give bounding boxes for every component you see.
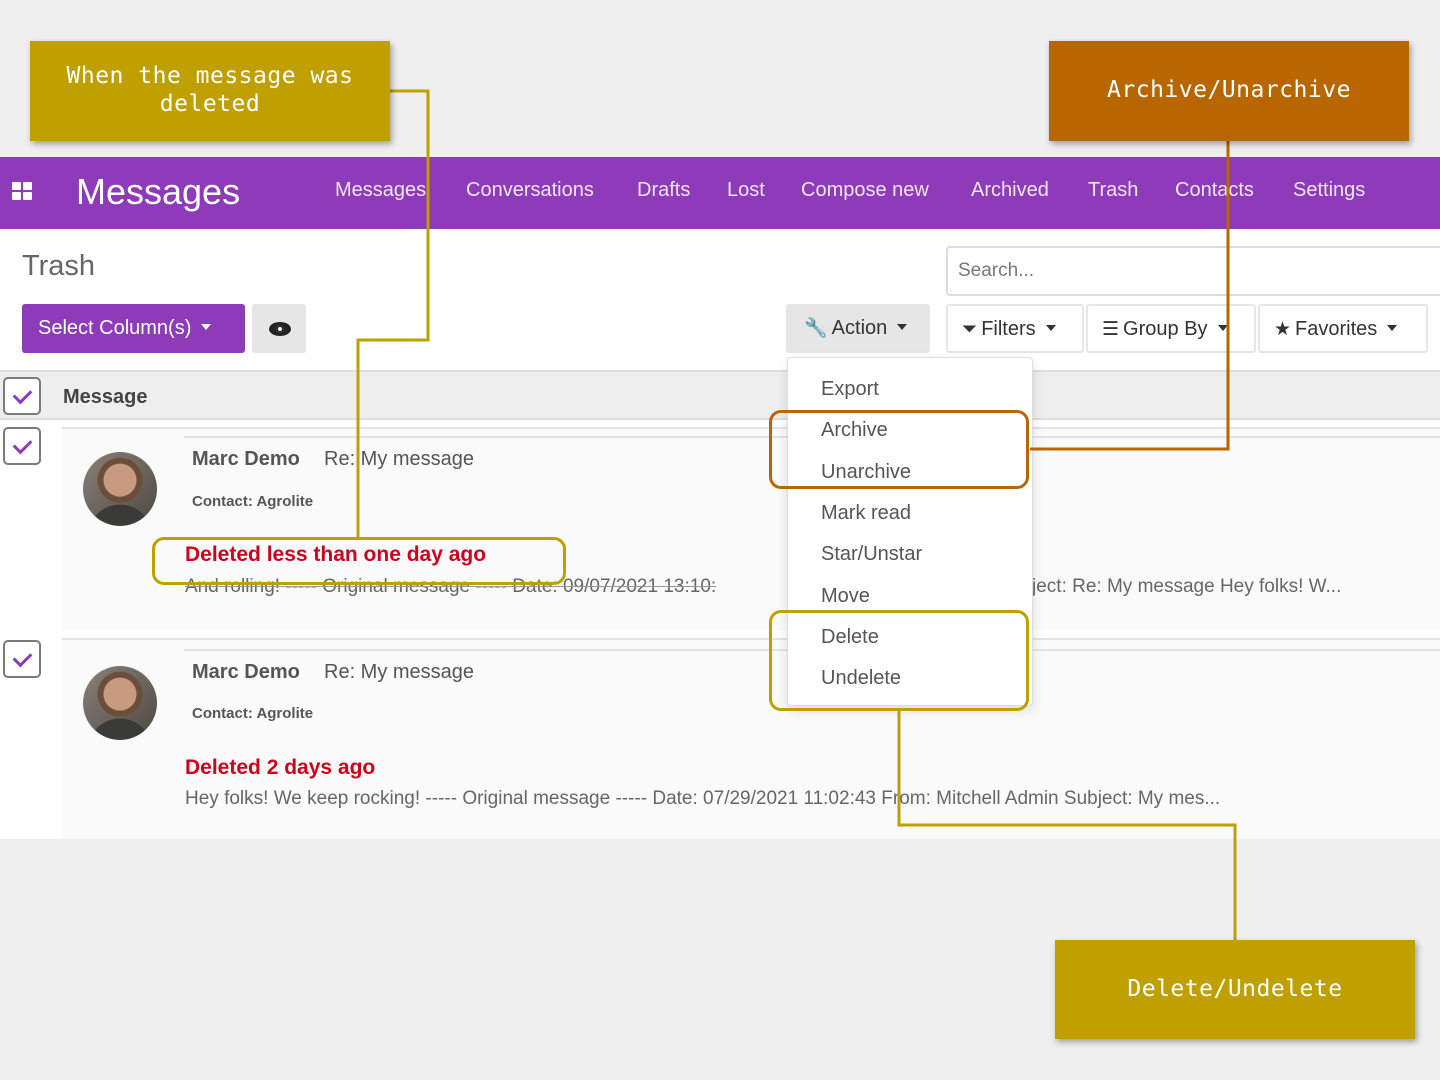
row-divider (62, 427, 1440, 429)
callout-deleted-when-text: When the message was deleted (66, 63, 354, 117)
highlight-deleted-status (152, 537, 566, 585)
wrench-icon: 🔧 (804, 318, 828, 339)
nav-settings[interactable]: Settings (1293, 179, 1365, 202)
select-all-checkbox[interactable] (3, 377, 41, 415)
nav-trash[interactable]: Trash (1088, 179, 1138, 202)
message-subject: Re: My message (324, 448, 475, 470)
sender-name: Marc Demo (192, 661, 300, 683)
filter-icon: ⏷ (962, 319, 978, 340)
callout-deleted-when: When the message was deleted (30, 41, 390, 141)
table-row[interactable]: Marc Demo Re: My message Contact: Agroli… (62, 638, 1440, 839)
message-column-header[interactable]: Message (63, 386, 148, 409)
avatar (83, 666, 157, 740)
contact-label: Contact: Agrolite (192, 493, 314, 510)
favorites-label: Favorites (1295, 318, 1378, 340)
callout-delete-text: Delete/Undelete (1127, 975, 1343, 1002)
nav-conversations[interactable]: Conversations (466, 179, 594, 202)
menu-item-star-unstar[interactable]: Star/Unstar (821, 543, 922, 566)
callout-archive-text: Archive/Unarchive (1107, 77, 1351, 104)
callout-delete: Delete/Undelete (1055, 940, 1415, 1039)
star-icon: ★ (1274, 319, 1292, 340)
eye-icon (269, 322, 291, 336)
caret-down-icon (201, 323, 212, 330)
search-input[interactable] (946, 246, 1440, 296)
app-brand[interactable]: Messages (76, 171, 240, 213)
row-checkbox[interactable] (3, 427, 41, 465)
highlight-archive-items (769, 410, 1029, 489)
toggle-preview-button[interactable] (252, 304, 306, 353)
table-row[interactable]: Marc Demo Re: My message Contact: Agroli… (62, 427, 1440, 630)
menu-item-export[interactable]: Export (821, 378, 879, 401)
action-label: Action (831, 317, 888, 339)
group-by-label: Group By (1123, 318, 1208, 340)
caret-down-icon (1387, 324, 1398, 331)
callout-archive: Archive/Unarchive (1049, 41, 1409, 141)
nav-messages[interactable]: Messages (335, 179, 426, 202)
filters-label: Filters (981, 318, 1036, 340)
filters-button[interactable]: ⏷ Filters (946, 304, 1084, 353)
nav-compose-new[interactable]: Compose new (801, 179, 929, 202)
nav-drafts[interactable]: Drafts (637, 179, 690, 202)
caret-down-icon (1217, 324, 1228, 331)
caret-down-icon (1045, 324, 1056, 331)
group-by-button[interactable]: ☰ Group By (1086, 304, 1256, 353)
apps-grid-icon[interactable] (12, 182, 34, 202)
page-title: Trash (22, 250, 96, 282)
highlight-delete-items (769, 610, 1029, 711)
select-columns-button[interactable]: Select Column(s) (22, 304, 245, 353)
contact-label: Contact: Agrolite (192, 705, 314, 722)
favorites-button[interactable]: ★ Favorites (1258, 304, 1428, 353)
nav-archived[interactable]: Archived (971, 179, 1049, 202)
nav-contacts[interactable]: Contacts (1175, 179, 1254, 202)
bars-icon: ☰ (1102, 319, 1120, 340)
deleted-status: Deleted 2 days ago (185, 756, 376, 779)
nav-lost[interactable]: Lost (727, 179, 765, 202)
caret-down-icon (897, 323, 908, 330)
table-header: Message (0, 370, 1440, 420)
message-subject: Re: My message (324, 661, 475, 683)
action-button[interactable]: 🔧 Action (786, 304, 930, 353)
row-checkbox[interactable] (3, 640, 41, 678)
select-columns-label: Select Column(s) (38, 317, 192, 339)
avatar (83, 452, 157, 526)
menu-item-mark-read[interactable]: Mark read (821, 502, 911, 525)
row-divider (62, 638, 1440, 640)
message-preview: Hey folks! We keep rocking! ----- Origin… (185, 788, 1221, 809)
message-preview-end: ject: Re: My message Hey folks! W... (1032, 576, 1342, 597)
top-navbar: Messages Messages Conversations Drafts L… (0, 157, 1440, 229)
menu-item-move[interactable]: Move (821, 585, 870, 608)
sender-name: Marc Demo (192, 448, 300, 470)
